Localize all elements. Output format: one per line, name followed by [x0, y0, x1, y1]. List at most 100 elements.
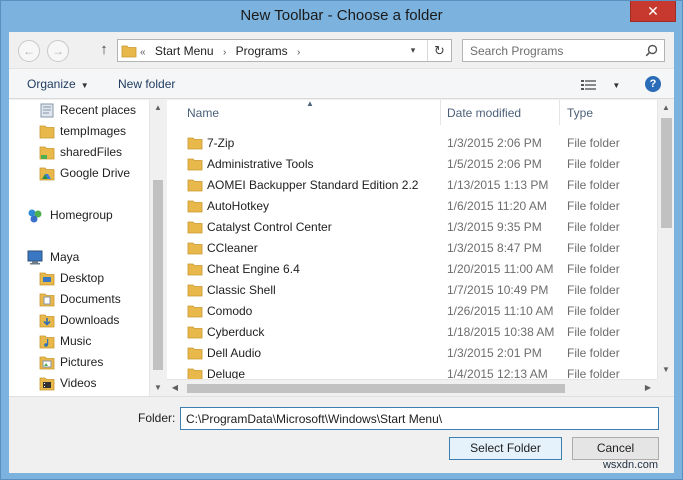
folder-icon	[187, 326, 203, 339]
forward-button[interactable]: →	[47, 40, 69, 62]
pictures-folder-icon	[39, 356, 55, 370]
nav-item-tempimages[interactable]: tempImages	[9, 121, 149, 142]
address-dropdown-icon[interactable]: ▾	[406, 43, 420, 58]
window-title: New Toolbar - Choose a folder	[240, 7, 443, 24]
title-bar[interactable]: New Toolbar - Choose a folder ✕	[1, 1, 682, 32]
nav-item-label: Homegroup	[50, 208, 113, 222]
nav-item-label: Downloads	[60, 313, 120, 327]
column-header-date-modified[interactable]: Date modified	[447, 106, 521, 120]
nav-pane-scrollbar[interactable]: ▲ ▼	[149, 100, 166, 396]
column-divider[interactable]	[559, 100, 560, 125]
list-item[interactable]: Classic Shell 1/7/2015 10:49 PM File folde…	[167, 279, 657, 300]
folder-icon	[187, 200, 203, 213]
close-button[interactable]: ✕	[630, 1, 676, 22]
folder-icon	[187, 242, 203, 255]
nav-item-label: Videos	[60, 376, 97, 390]
file-list-vertical-scrollbar[interactable]: ▲ ▼	[657, 100, 674, 396]
scroll-thumb[interactable]	[661, 118, 672, 228]
nav-item-label: Desktop	[60, 271, 105, 285]
nav-item-downloads[interactable]: Downloads	[9, 310, 149, 331]
help-icon[interactable]: ?	[645, 76, 661, 92]
scroll-down-icon[interactable]: ▼	[658, 362, 674, 378]
nav-item-homegroup[interactable]: Homegroup	[9, 205, 149, 226]
nav-item-recent-places[interactable]: Recent places	[9, 100, 149, 121]
nav-item-pictures[interactable]: Pictures	[9, 352, 149, 373]
column-headers: ▲ Name Date modified Type	[167, 100, 657, 125]
nav-item-videos[interactable]: Videos	[9, 373, 149, 394]
chevron-right-icon[interactable]: ›	[223, 47, 226, 58]
shared-folder-icon	[39, 146, 55, 160]
folder-icon	[187, 284, 203, 297]
file-list-horizontal-scrollbar[interactable]: ◀ ▶	[167, 379, 657, 396]
list-item[interactable]: CCleaner 1/3/2015 8:47 PM File folder	[167, 237, 657, 258]
column-divider[interactable]	[440, 100, 441, 125]
scroll-up-icon[interactable]: ▲	[658, 100, 674, 116]
new-folder-button[interactable]: New folder	[118, 77, 175, 91]
documents-folder-icon	[39, 293, 55, 307]
folder-icon	[187, 263, 203, 276]
address-bar[interactable]: « Start Menu › Programs › ▾ ↻	[117, 39, 452, 62]
up-button[interactable]: ↑	[95, 40, 113, 60]
item-type: File folder	[567, 346, 620, 360]
item-date-modified: 1/3/2015 8:47 PM	[447, 241, 542, 255]
change-view-button[interactable]: ▼	[581, 77, 620, 91]
nav-item-label: Google Drive	[60, 166, 131, 180]
column-header-type[interactable]: Type	[567, 106, 593, 120]
list-item[interactable]: 7-Zip 1/3/2015 2:06 PM File folder	[167, 132, 657, 153]
list-item[interactable]: AutoHotkey 1/6/2015 11:20 AM File folder	[167, 195, 657, 216]
column-header-name[interactable]: Name	[187, 106, 219, 120]
nav-item-desktop[interactable]: Desktop	[9, 268, 149, 289]
nav-item-maya[interactable]: Maya	[9, 247, 149, 268]
list-item[interactable]: Administrative Tools 1/5/2015 2:06 PM File…	[167, 153, 657, 174]
breadcrumb-programs[interactable]: Programs	[236, 44, 288, 58]
dialog-window: New Toolbar - Choose a folder ✕ ← → ↑ « …	[0, 0, 683, 480]
search-input[interactable]: Search Programs	[462, 39, 665, 62]
list-item[interactable]: Catalyst Control Center 1/3/2015 9:35 PM F…	[167, 216, 657, 237]
item-type: File folder	[567, 178, 620, 192]
item-date-modified: 1/26/2015 11:10 AM	[447, 304, 554, 318]
refresh-button[interactable]: ↻	[427, 40, 451, 61]
list-item[interactable]: Comodo 1/26/2015 11:10 AM File folder	[167, 300, 657, 321]
dialog-footer: Folder: Select Folder Cancel wsxdn.com	[9, 396, 674, 473]
scroll-thumb[interactable]	[153, 180, 163, 370]
folder-path-input[interactable]	[180, 407, 659, 430]
item-date-modified: 1/3/2015 2:06 PM	[447, 136, 542, 150]
item-type: File folder	[567, 325, 620, 339]
dialog-client: ← → ↑ « Start Menu › Programs › ▾ ↻ Sear…	[9, 32, 674, 473]
item-type: File folder	[567, 136, 620, 150]
scroll-left-icon[interactable]: ◀	[167, 380, 183, 396]
videos-folder-icon	[39, 377, 55, 391]
breadcrumb-start-menu[interactable]: Start Menu	[155, 44, 214, 58]
list-item[interactable]: AOMEI Backupper Standard Edition 2.2 1/13…	[167, 174, 657, 195]
select-folder-button[interactable]: Select Folder	[449, 437, 562, 460]
list-item[interactable]: Cyberduck 1/18/2015 10:38 AM File folder	[167, 321, 657, 342]
nav-item-label: Music	[60, 334, 92, 348]
chevron-right-icon[interactable]: ›	[297, 47, 300, 58]
nav-item-sharedfiles[interactable]: sharedFiles	[9, 142, 149, 163]
nav-item-documents[interactable]: Documents	[9, 289, 149, 310]
nav-item-music[interactable]: Music	[9, 331, 149, 352]
item-name: 7-Zip	[207, 136, 235, 150]
item-type: File folder	[567, 157, 620, 171]
item-name: Catalyst Control Center	[207, 220, 332, 234]
scroll-thumb[interactable]	[187, 384, 565, 393]
homegroup-icon	[28, 209, 42, 223]
back-button[interactable]: ←	[18, 40, 40, 62]
item-date-modified: 1/18/2015 10:38 AM	[447, 325, 555, 339]
list-item[interactable]: Cheat Engine 6.4 1/20/2015 11:00 AM File f…	[167, 258, 657, 279]
nav-item-label: Pictures	[60, 355, 104, 369]
cancel-button[interactable]: Cancel	[572, 437, 659, 460]
item-name: AOMEI Backupper Standard Edition 2.2	[207, 178, 419, 192]
item-date-modified: 1/3/2015 2:01 PM	[447, 346, 542, 360]
search-icon[interactable]	[645, 44, 658, 57]
scroll-right-icon[interactable]: ▶	[640, 380, 656, 396]
folder-icon	[39, 125, 55, 139]
list-item[interactable]: Dell Audio 1/3/2015 2:01 PM File folder	[167, 342, 657, 363]
nav-item-google-drive[interactable]: Google Drive	[9, 163, 149, 184]
organize-menu[interactable]: Organize ▼	[27, 77, 89, 91]
folder-icon	[121, 45, 137, 58]
scroll-down-icon[interactable]: ▼	[150, 380, 166, 396]
scroll-up-icon[interactable]: ▲	[150, 100, 166, 116]
breadcrumb-overflow[interactable]: «	[140, 47, 146, 58]
sort-ascending-icon: ▲	[306, 100, 314, 108]
